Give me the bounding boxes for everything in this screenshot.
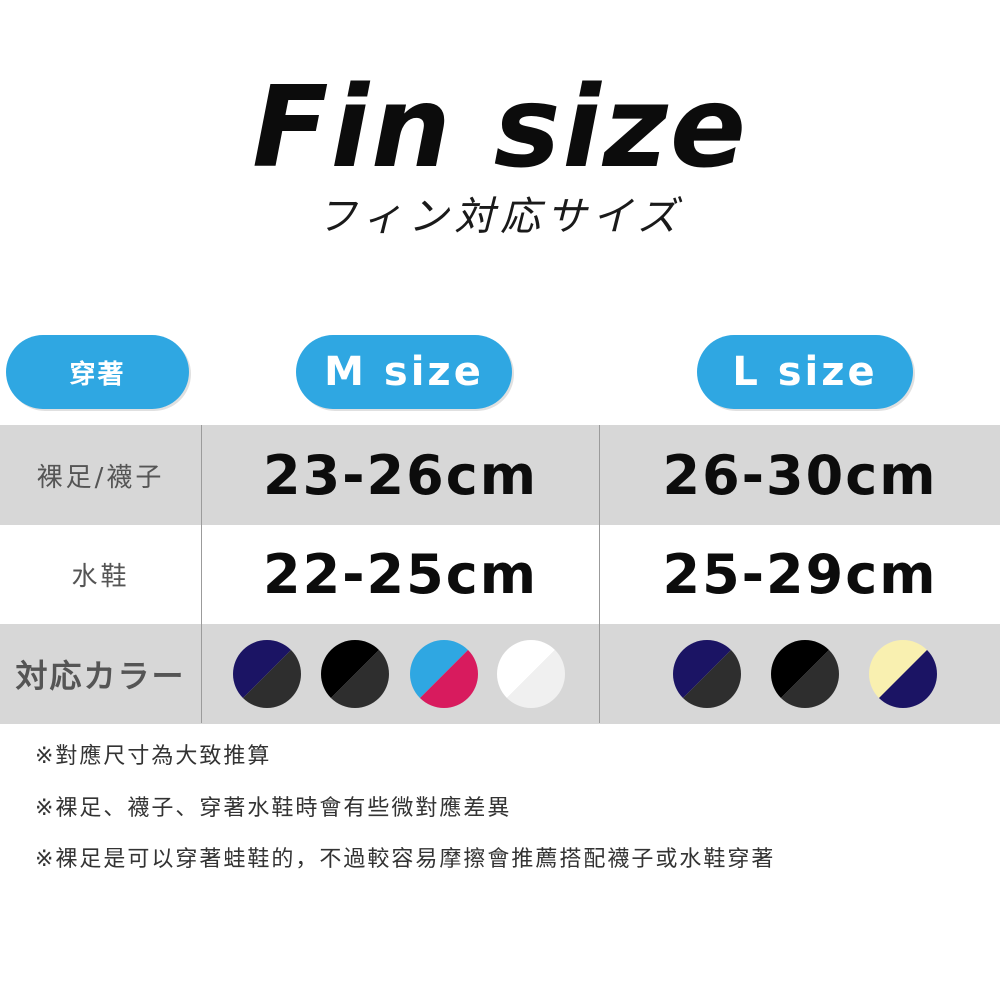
row-label-colors: 対応カラー xyxy=(15,657,186,695)
row-label-barefoot-socks: 裸足/襪子 xyxy=(36,462,165,493)
value-m-barefoot: 23-26cm xyxy=(263,443,538,507)
color-swatch-yellow-navy xyxy=(868,639,938,709)
color-swatch-navy-black xyxy=(232,639,302,709)
value-l-barefoot: 26-30cm xyxy=(662,443,938,507)
header-pill-wear: 穿著 xyxy=(6,335,189,409)
page-title: Fin size xyxy=(252,63,748,193)
value-l-water-shoes: 25-29cm xyxy=(662,542,938,606)
color-swatch-blue-pink xyxy=(409,639,479,709)
note-line: ※對應尺寸為大致推算 xyxy=(35,744,272,769)
value-m-water-shoes: 22-25cm xyxy=(263,542,538,606)
color-swatch-navy-black xyxy=(672,639,742,709)
column-divider xyxy=(599,425,600,723)
note-line: ※裸足是可以穿著蛙鞋的，不過較容易摩擦會推薦搭配襪子或水鞋穿著 xyxy=(35,847,776,872)
color-swatch-white xyxy=(496,639,566,709)
color-swatch-black xyxy=(770,639,840,709)
header-pill-m-size: M size xyxy=(296,335,512,409)
note-line: ※裸足、襪子、穿著水鞋時會有些微對應差異 xyxy=(35,796,512,821)
row-label-water-shoes: 水鞋 xyxy=(71,561,130,592)
page-subtitle: フィン対応サイズ xyxy=(317,194,683,240)
column-divider xyxy=(201,425,202,723)
color-swatch-black xyxy=(320,639,390,709)
table-row-water-shoes: 水鞋 22-25cm 25-29cm xyxy=(0,524,1000,624)
table-row-barefoot: 裸足/襪子 23-26cm 26-30cm xyxy=(0,425,1000,525)
header-pill-l-size: L size xyxy=(697,335,913,409)
